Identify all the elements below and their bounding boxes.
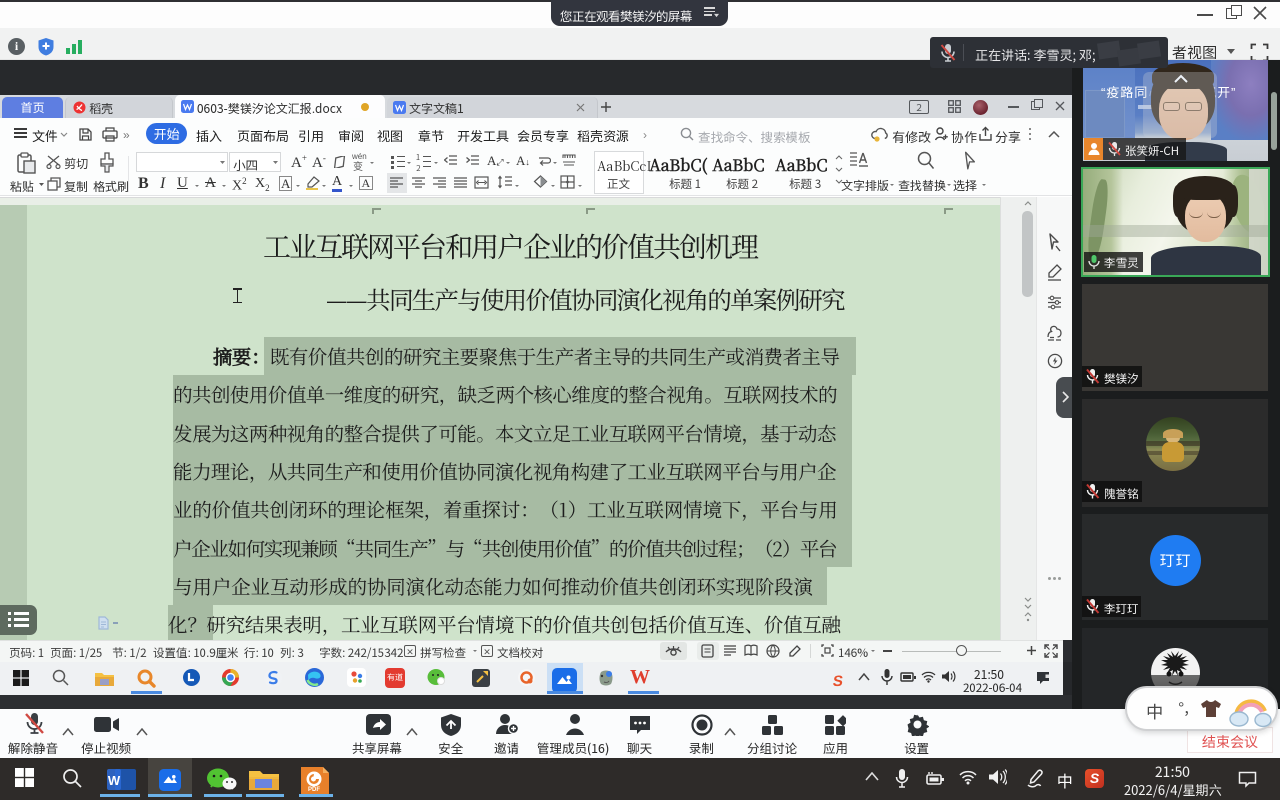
svg-text:W: W xyxy=(108,773,121,788)
svg-text:PDF: PDF xyxy=(308,787,320,793)
